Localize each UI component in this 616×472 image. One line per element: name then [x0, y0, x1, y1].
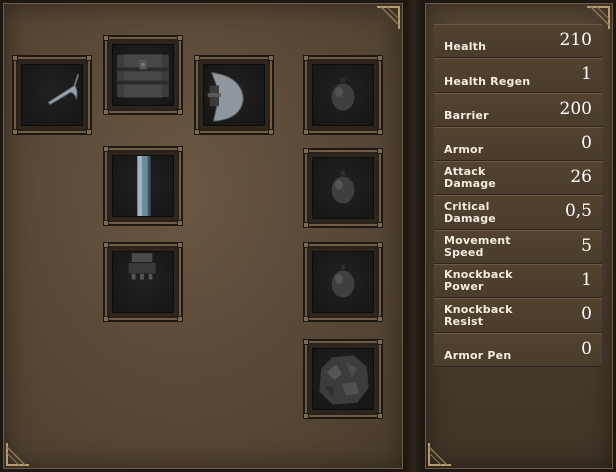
- corner-ornament-icon: [5, 441, 31, 467]
- stat-row-knockback-resist: Knockback Resist 0: [434, 298, 602, 333]
- stat-name: Knockback Power: [444, 268, 513, 294]
- panel-divider: [406, 0, 422, 472]
- stat-name: Critical Damage: [444, 199, 496, 225]
- stat-name: Health Regen: [444, 74, 531, 88]
- stat-value: 1: [581, 270, 592, 291]
- stat-row-barrier: Barrier 200: [434, 92, 602, 127]
- equipment-slot-relic[interactable]: [303, 339, 383, 419]
- stat-row-health-regen: Health Regen 1: [434, 58, 602, 93]
- equipment-slot-ring-3[interactable]: [303, 242, 383, 322]
- equipment-slot-weapon[interactable]: [12, 55, 92, 135]
- gem-orb-icon: [312, 157, 374, 219]
- stat-row-armor-pen: Armor Pen 0: [434, 332, 602, 367]
- stat-name: Movement Speed: [444, 234, 511, 260]
- equipment-slot-chest[interactable]: [103, 35, 183, 115]
- stat-value: 210: [559, 30, 592, 50]
- stat-row-armor: Armor 0: [434, 126, 602, 162]
- stat-name: Armor Pen: [444, 348, 512, 362]
- stat-name: Knockback Resist: [444, 302, 513, 328]
- boot-icon: [112, 251, 174, 313]
- stat-row-attack-damage: Attack Damage 26: [434, 161, 602, 196]
- stat-value: 0: [581, 304, 592, 325]
- chestplate-icon: [112, 44, 174, 106]
- scythe-blade-icon: [21, 64, 83, 126]
- stat-name: Attack Damage: [444, 165, 496, 191]
- stat-value: 1: [581, 64, 592, 85]
- equipment-slot-boots[interactable]: [103, 242, 183, 322]
- stat-value: 0,5: [564, 201, 592, 222]
- stats-list: Health 210 Health Regen 1 Barrier 200 Ar…: [434, 24, 602, 367]
- stat-name: Armor: [444, 143, 484, 157]
- stone-relic-icon: [312, 348, 374, 410]
- stat-value: 200: [559, 98, 592, 119]
- corner-ornament-icon: [427, 441, 453, 467]
- stat-row-movement-speed: Movement Speed 5: [434, 229, 602, 265]
- gem-orb-icon: [312, 251, 374, 313]
- equipment-slot-ring-2[interactable]: [303, 148, 383, 228]
- leg-greave-icon: [112, 155, 174, 217]
- equipment-slot-offhand[interactable]: [194, 55, 274, 135]
- stat-row-knockback-power: Knockback Power 1: [434, 264, 602, 299]
- stat-value: 0: [581, 132, 592, 153]
- stat-value: 5: [581, 235, 592, 256]
- stat-value: 26: [570, 167, 592, 188]
- stat-row-health: Health 210: [434, 24, 602, 59]
- stat-name: Barrier: [444, 108, 489, 122]
- gem-orb-icon: [312, 64, 374, 126]
- axe-head-icon: [203, 64, 265, 126]
- stat-value: 0: [581, 338, 592, 359]
- corner-ornament-icon: [375, 5, 401, 31]
- equipment-slot-ring-1[interactable]: [303, 55, 383, 135]
- stat-name: Health: [444, 40, 487, 54]
- stat-row-critical-damage: Critical Damage 0,5: [434, 195, 602, 230]
- equipment-slot-legs[interactable]: [103, 146, 183, 226]
